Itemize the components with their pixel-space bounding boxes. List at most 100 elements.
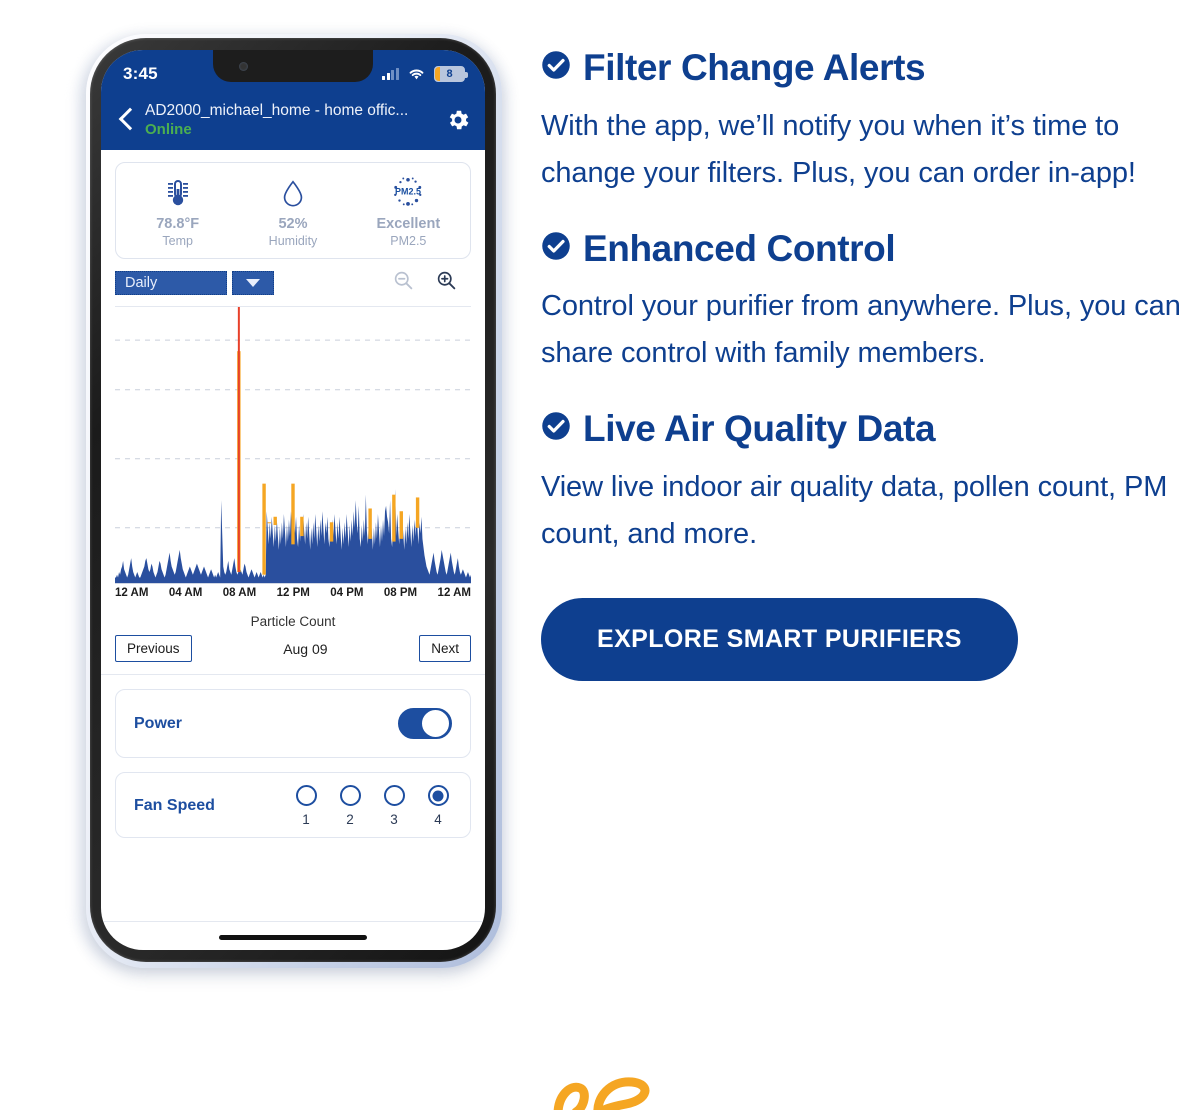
feature-heading: Live Air Quality Data: [541, 409, 1181, 450]
front-camera: [239, 62, 248, 71]
x-tick-label: 12 PM: [276, 587, 310, 599]
chevron-down-icon[interactable]: [232, 271, 274, 295]
sensor-pm25-value: Excellent: [376, 216, 441, 232]
feature-body: Control your purifier from anywhere. Plu…: [541, 290, 1181, 370]
sensor-summary-card: 78.8°F Temp 52% Humidity PM2.5 Excellent…: [115, 162, 471, 259]
particle-chart[interactable]: 12 AM 04 AM 08 AM 12 PM 04 PM 08 PM 12 AM Part…: [101, 306, 485, 629]
app-header: AD2000_michael_home - home offic... Onli…: [101, 98, 485, 150]
sensor-pm25-label: PM2.5: [390, 234, 427, 248]
range-select[interactable]: Daily: [115, 271, 227, 295]
device-status: Online: [145, 121, 192, 138]
pm25-icon: PM2.5: [351, 175, 466, 211]
chart-series-medium-particles: [291, 483, 295, 545]
feature-heading-text: Filter Change Alerts: [583, 47, 926, 88]
fan-speed-number: 4: [434, 812, 442, 827]
chart-range-row: Daily: [115, 270, 471, 296]
thermometer-icon: [120, 175, 235, 211]
chart-series-medium-particles: [415, 497, 420, 528]
chart-series-medium-particles: [273, 516, 277, 526]
feature-enhanced-control: Enhanced Control Control your purifier f…: [541, 227, 1181, 378]
fan-speed-option-3[interactable]: 3: [380, 785, 408, 827]
sensor-pm25: PM2.5 Excellent PM2.5: [351, 175, 466, 248]
sensor-humidity-value: 52%: [278, 216, 308, 232]
chart-series-medium-particles: [392, 494, 396, 542]
sensor-humidity: 52% Humidity: [235, 175, 350, 248]
x-tick-label: 08 PM: [383, 587, 418, 599]
phone-mockup: 3:45 8 AD2000_michael_home - home offic.…: [72, 30, 512, 975]
header-texts: AD2000_michael_home - home offic... Onli…: [139, 102, 445, 138]
explore-smart-purifiers-button[interactable]: EXPLORE SMART PURIFIERS: [541, 597, 1018, 681]
radio-icon: [383, 785, 405, 806]
power-card: Power: [115, 689, 471, 758]
chart-series-medium-particles: [300, 516, 304, 537]
status-indicators: 8: [382, 66, 468, 82]
power-label: Power: [134, 714, 183, 732]
check-circle-icon: [541, 48, 571, 89]
fan-speed-label: Fan Speed: [134, 797, 215, 814]
feature-heading-text: Enhanced Control: [583, 227, 896, 269]
zoom-out-icon[interactable]: [393, 270, 414, 296]
zoom-in-icon[interactable]: [436, 270, 457, 296]
next-button[interactable]: Next: [419, 635, 471, 662]
sensor-temp-label: Temp: [162, 234, 193, 248]
sensor-temp-value: 78.8°F: [156, 216, 200, 232]
x-tick-label: 12 AM: [437, 587, 471, 599]
sensor-temp: 78.8°F Temp: [120, 175, 235, 248]
zoom-controls: [393, 270, 471, 296]
fan-speed-number: 1: [302, 812, 310, 827]
feature-filter-change-alerts: Filter Change Alerts With the app, we’ll…: [541, 47, 1181, 197]
chart-series-medium-particles: [267, 522, 271, 524]
x-tick-label: 04 PM: [330, 587, 364, 599]
status-time: 3:45: [123, 64, 158, 83]
chart-date-nav: Previous Aug 09 Next: [101, 629, 485, 675]
device-name: AD2000_michael_home - home offic...: [145, 102, 409, 119]
cellular-signal-icon: [382, 68, 399, 80]
home-indicator[interactable]: [219, 935, 367, 940]
brand-script-logo: [540, 1070, 700, 1110]
battery-level: 8: [446, 68, 453, 80]
wifi-icon: [408, 68, 425, 81]
svg-text:PM2.5: PM2.5: [395, 186, 421, 196]
chart-series-medium-particles: [262, 483, 266, 575]
check-circle-icon: [541, 409, 571, 450]
chart-x-axis: 12 AM 04 AM 08 AM 12 PM 04 PM 08 PM 12 AM: [115, 583, 471, 599]
chart-plot-area: 12 AM 04 AM 08 AM 12 PM 04 PM 08 PM 12 AM: [115, 306, 471, 602]
feature-heading-text: Live Air Quality Data: [583, 408, 936, 450]
fan-speed-number: 3: [390, 812, 398, 827]
fan-speed-option-1[interactable]: 1: [292, 785, 320, 827]
radio-icon: [339, 785, 361, 806]
screen-divider: [101, 921, 485, 922]
radio-icon: [427, 785, 449, 806]
x-tick-label: 08 AM: [222, 587, 257, 599]
previous-button[interactable]: Previous: [115, 635, 192, 662]
chart-series-medium-particles: [329, 522, 334, 542]
toggle-knob: [421, 709, 450, 738]
fan-speed-card: Fan Speed 1 2 3 4: [115, 772, 471, 838]
feature-heading: Enhanced Control: [541, 227, 1181, 270]
chart-series-medium-particles: [399, 511, 403, 539]
chart-series-large-particles: [237, 307, 240, 572]
water-drop-icon: [235, 175, 350, 211]
fan-speed-option-2[interactable]: 2: [336, 785, 364, 827]
phone-screen: 3:45 8 AD2000_michael_home - home offic.…: [101, 50, 485, 950]
feature-list: Filter Change Alerts With the app, we’ll…: [541, 47, 1181, 681]
fan-speed-options: 1 2 3 4: [292, 785, 452, 827]
chart-date: Aug 09: [283, 640, 328, 657]
feature-body: View live indoor air quality data, polle…: [541, 470, 1168, 550]
phone-notch: [213, 50, 373, 82]
power-toggle[interactable]: [398, 708, 452, 739]
radio-icon: [295, 785, 317, 806]
promo-page: 3:45 8 AD2000_michael_home - home offic.…: [0, 0, 1200, 1110]
fan-speed-option-4[interactable]: 4: [424, 785, 452, 827]
x-tick-label: 12 AM: [115, 587, 149, 599]
back-chevron-icon[interactable]: [113, 103, 139, 137]
fan-speed-number: 2: [346, 812, 354, 827]
feature-live-air-quality-data: Live Air Quality Data View live indoor a…: [541, 409, 1181, 558]
chart-series-medium-particles: [368, 508, 372, 539]
feature-body: With the app, we’ll notify you when it’s…: [541, 109, 1136, 189]
x-tick-label: 04 AM: [168, 587, 203, 599]
gear-icon[interactable]: [445, 107, 471, 133]
chart-canvas: [115, 307, 471, 583]
sensor-humidity-label: Humidity: [268, 234, 318, 248]
check-circle-icon: [541, 229, 571, 270]
